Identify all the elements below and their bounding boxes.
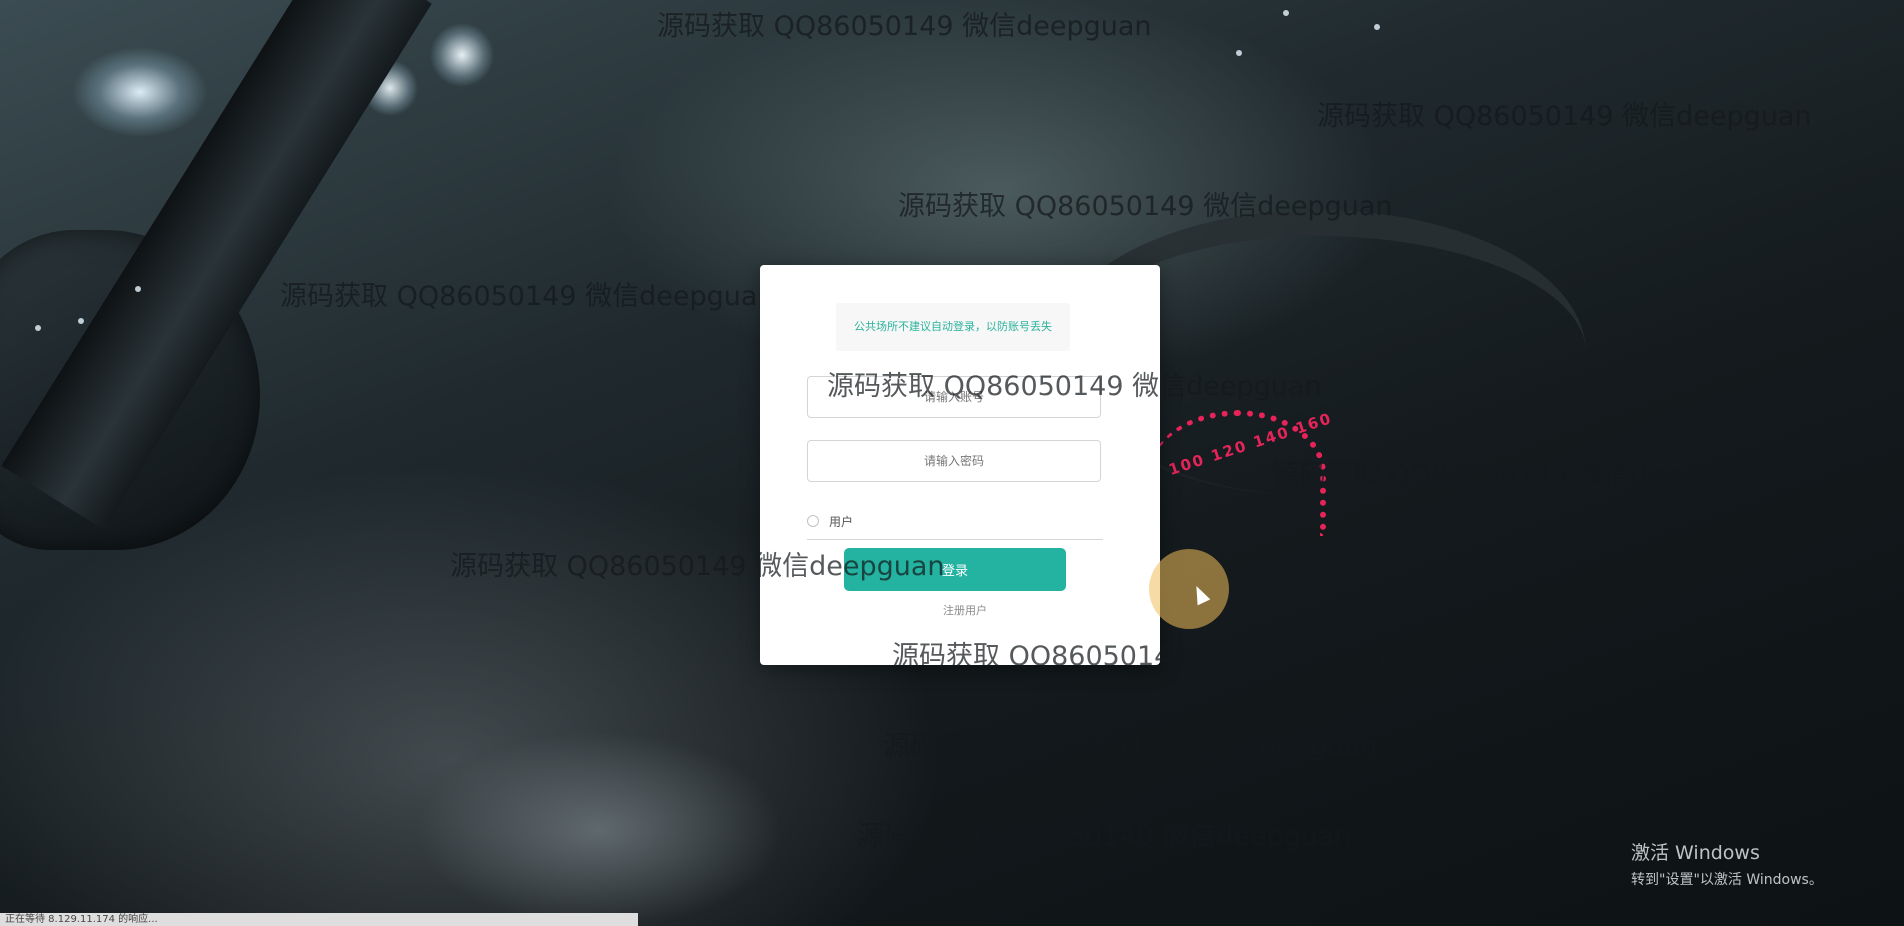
activation-title: 激活 Windows	[1631, 842, 1760, 864]
password-input[interactable]	[807, 440, 1101, 482]
watermark-text: 源码获取 QQ86050149 微信deepguan	[657, 11, 1152, 42]
security-notice: 公共场所不建议自动登录，以防账号丢失	[836, 303, 1070, 351]
role-user-radio[interactable]	[807, 515, 819, 527]
browser-status-bar: 正在等待 8.129.11.174 的响应...	[0, 913, 638, 926]
login-card: 公共场所不建议自动登录，以防账号丢失 用户 登录 注册用户	[760, 265, 1160, 665]
raindrop-decoration	[78, 318, 84, 324]
raindrop-decoration	[35, 325, 41, 331]
register-link[interactable]: 注册用户	[760, 602, 1170, 618]
windows-activation-notice: 激活 Windows 转到"设置"以激活 Windows。	[1631, 838, 1823, 889]
account-input[interactable]	[807, 376, 1101, 418]
cursor-highlight	[1149, 549, 1229, 629]
raindrop-decoration	[135, 286, 141, 292]
page-background: 100 120 140 160 源码获取 QQ86050149 微信deepgu…	[0, 0, 1904, 926]
watermark-text: 源码获取 QQ86050149 微信deepguan	[883, 731, 1378, 762]
watermark-text: 源码获取 QQ86050149 微信deepguan	[280, 281, 775, 312]
raindrop-decoration	[1374, 24, 1380, 30]
activation-subtitle: 转到"设置"以激活 Windows。	[1631, 872, 1823, 888]
watermark-text: 源码获取 QQ86050149 微信deepguan	[1317, 101, 1812, 132]
role-selector: 用户	[807, 503, 1103, 540]
role-user-label[interactable]: 用户	[829, 513, 853, 530]
raindrop-decoration	[1236, 50, 1242, 56]
login-button[interactable]: 登录	[844, 548, 1066, 591]
watermark-text: 源码获取 QQ86050149 微信deepguan	[857, 821, 1352, 852]
raindrop-decoration	[1283, 10, 1289, 16]
